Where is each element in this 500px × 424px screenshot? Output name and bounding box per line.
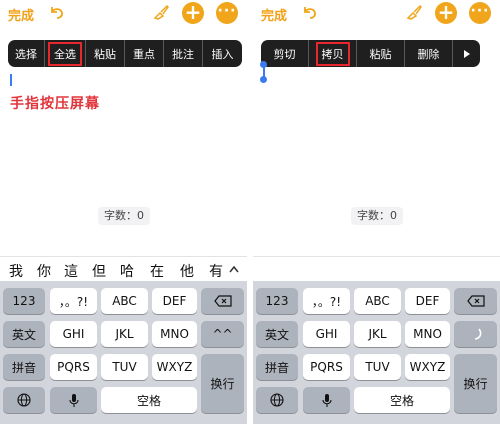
key-emoticon[interactable]: ^^ [201, 321, 244, 347]
key-wxyz[interactable]: WXYZ [405, 354, 450, 380]
left-screen: 完成 + ··· 选择 全选 粘贴 重点 批注 插入 手指按压屏幕 字数：0 我… [0, 0, 247, 424]
key-tuv[interactable]: TUV [101, 354, 148, 380]
key-mno[interactable]: MNO [152, 321, 197, 347]
menu-item-highlight[interactable]: 重点 [125, 40, 164, 67]
key-abc[interactable]: ABC [101, 288, 148, 314]
backspace-key[interactable] [201, 288, 244, 314]
hint-text: 手指按压屏幕 [10, 96, 100, 112]
candidate-word[interactable]: 你 [37, 261, 51, 281]
menu-next-button[interactable] [453, 40, 480, 67]
candidate-word[interactable]: 但 [92, 261, 106, 281]
candidate-word[interactable]: 這 [64, 261, 78, 281]
key-tuv[interactable]: TUV [354, 354, 401, 380]
key-numbers[interactable]: 123 [256, 288, 298, 314]
menu-item-paste[interactable]: 粘贴 [357, 40, 405, 67]
candidate-word[interactable]: 哈 [120, 261, 134, 281]
undo-icon[interactable] [301, 3, 319, 21]
word-count-badge: 字数：0 [351, 207, 403, 225]
key-pqrs[interactable]: PQRS [303, 354, 350, 380]
done-button[interactable]: 完成 [8, 5, 34, 24]
done-button[interactable]: 完成 [261, 5, 287, 24]
candidate-word[interactable]: 我 [9, 261, 23, 281]
menu-item-delete[interactable]: 删除 [405, 40, 453, 67]
key-def[interactable]: DEF [152, 288, 197, 314]
microphone-icon [321, 393, 332, 407]
key-pinyin[interactable]: 拼音 [3, 354, 45, 380]
edit-context-menu: 选择 全选 粘贴 重点 批注 插入 [8, 40, 242, 67]
key-jkl[interactable]: JKL [101, 321, 148, 347]
key-punctuation[interactable]: ，。?! [303, 288, 350, 314]
mic-key[interactable] [303, 387, 350, 413]
menu-item-select[interactable]: 选择 [8, 40, 45, 67]
globe-icon [17, 393, 31, 407]
undo-icon[interactable] [48, 3, 66, 21]
menu-item-cut[interactable]: 剪切 [261, 40, 309, 67]
format-brush-icon[interactable] [152, 3, 170, 21]
key-abc[interactable]: ABC [354, 288, 401, 314]
edit-context-menu: 剪切 拷贝 粘贴 删除 [261, 40, 480, 67]
key-numbers[interactable]: 123 [3, 288, 45, 314]
add-icon[interactable]: + [435, 2, 457, 24]
candidate-word[interactable]: 在 [150, 261, 164, 281]
key-punctuation[interactable]: ，。?! [50, 288, 97, 314]
key-ghi[interactable]: GHI [303, 321, 350, 347]
enter-key[interactable]: 换行 [201, 354, 244, 413]
key-pinyin[interactable]: 拼音 [256, 354, 298, 380]
key-english[interactable]: 英文 [256, 321, 298, 347]
keyboard: 123 ，。?! ABC DEF 英文 GHI JKL MNO ^^ 拼音 PQ… [0, 281, 247, 424]
more-icon[interactable]: ··· [469, 2, 491, 24]
backspace-icon [213, 295, 232, 307]
candidate-bar [253, 256, 500, 281]
swipe-hook-icon [474, 328, 481, 340]
space-key[interactable]: 空格 [101, 387, 197, 413]
key-english[interactable]: 英文 [3, 321, 45, 347]
backspace-icon [466, 295, 485, 307]
key-jkl[interactable]: JKL [354, 321, 401, 347]
top-toolbar: 完成 + ··· [253, 0, 500, 28]
key-pqrs[interactable]: PQRS [50, 354, 97, 380]
globe-key[interactable] [256, 387, 298, 413]
candidate-word[interactable]: 有 [209, 261, 223, 281]
globe-icon [270, 393, 284, 407]
key-def[interactable]: DEF [405, 288, 450, 314]
key-ghi[interactable]: GHI [50, 321, 97, 347]
selection-handle-end[interactable] [260, 76, 267, 83]
enter-key[interactable]: 换行 [454, 354, 497, 413]
add-icon[interactable]: + [182, 2, 204, 24]
menu-item-annotate[interactable]: 批注 [164, 40, 203, 67]
backspace-key[interactable] [454, 288, 497, 314]
globe-key[interactable] [3, 387, 45, 413]
key-mno[interactable]: MNO [405, 321, 450, 347]
format-brush-icon[interactable] [405, 3, 423, 21]
key-wxyz[interactable]: WXYZ [152, 354, 197, 380]
mic-key[interactable] [50, 387, 97, 413]
menu-item-select-all[interactable]: 全选 [45, 40, 86, 67]
keyboard: 123 ，。?! ABC DEF 英文 GHI JKL MNO 拼音 PQRS … [253, 281, 500, 424]
more-icon[interactable]: ··· [216, 2, 238, 24]
menu-item-paste[interactable]: 粘贴 [86, 40, 125, 67]
microphone-icon [68, 393, 79, 407]
candidate-word[interactable]: 他 [180, 261, 194, 281]
space-key[interactable]: 空格 [354, 387, 450, 413]
top-toolbar: 完成 + ··· [0, 0, 247, 28]
menu-item-insert[interactable]: 插入 [203, 40, 242, 67]
key-emoticon[interactable] [454, 321, 497, 347]
text-caret [10, 74, 12, 86]
right-screen: 完成 + ··· 剪切 拷贝 粘贴 删除 字数：0 123 ，。?! ABC D… [253, 0, 500, 424]
word-count-badge: 字数：0 [98, 207, 150, 225]
chevron-up-icon[interactable] [226, 257, 242, 281]
candidate-bar: 我 你 這 但 哈 在 他 有 [0, 256, 247, 281]
play-arrow-icon [463, 49, 470, 58]
menu-item-copy[interactable]: 拷贝 [309, 40, 357, 67]
